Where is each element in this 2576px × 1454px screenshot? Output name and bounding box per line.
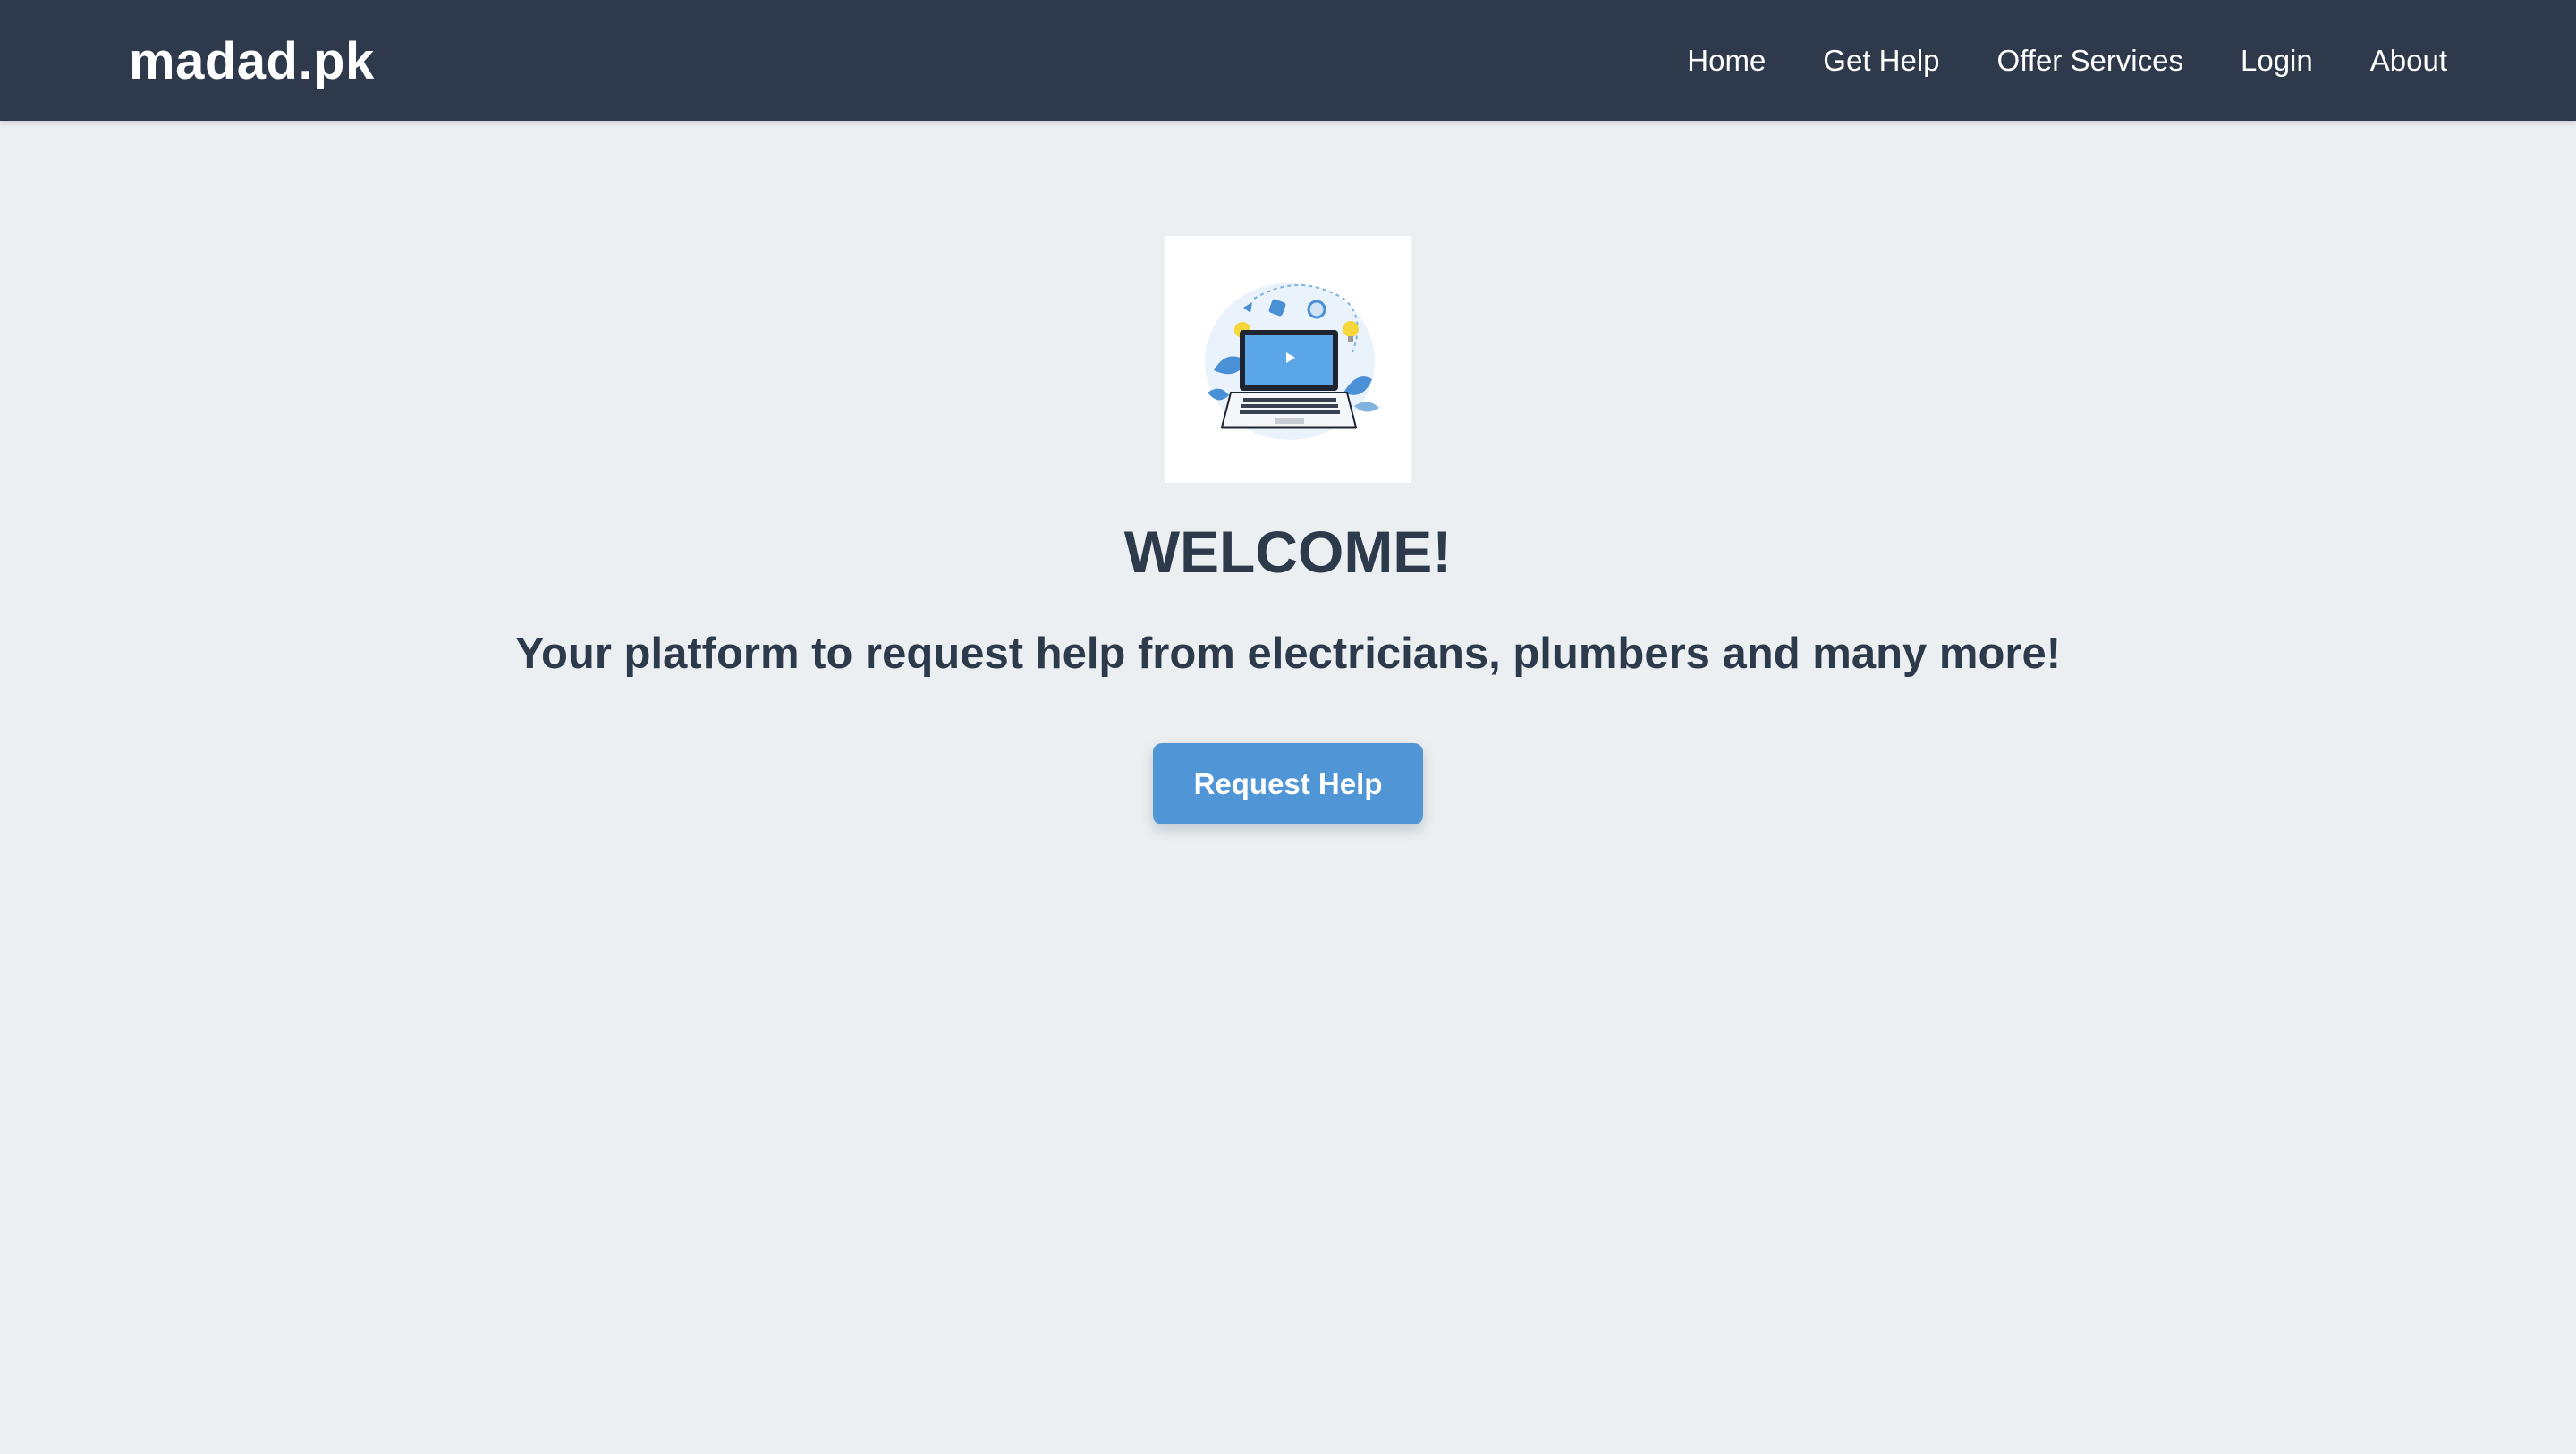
nav-about[interactable]: About xyxy=(2370,41,2447,80)
nav-get-help[interactable]: Get Help xyxy=(1823,41,1939,80)
request-help-button[interactable]: Request Help xyxy=(1153,743,1423,824)
navbar: madad.pk Home Get Help Offer Services Lo… xyxy=(0,0,2576,121)
laptop-illustration-icon xyxy=(1165,236,1411,483)
nav-offer-services[interactable]: Offer Services xyxy=(1997,41,2183,80)
tagline-text: Your platform to request help from elect… xyxy=(514,630,2062,678)
main-nav: Home Get Help Offer Services Login About xyxy=(1687,41,2447,80)
nav-home[interactable]: Home xyxy=(1687,41,1766,80)
brand-logo[interactable]: madad.pk xyxy=(129,30,375,93)
nav-login[interactable]: Login xyxy=(2241,41,2313,80)
welcome-heading: WELCOME! xyxy=(1123,519,1453,585)
